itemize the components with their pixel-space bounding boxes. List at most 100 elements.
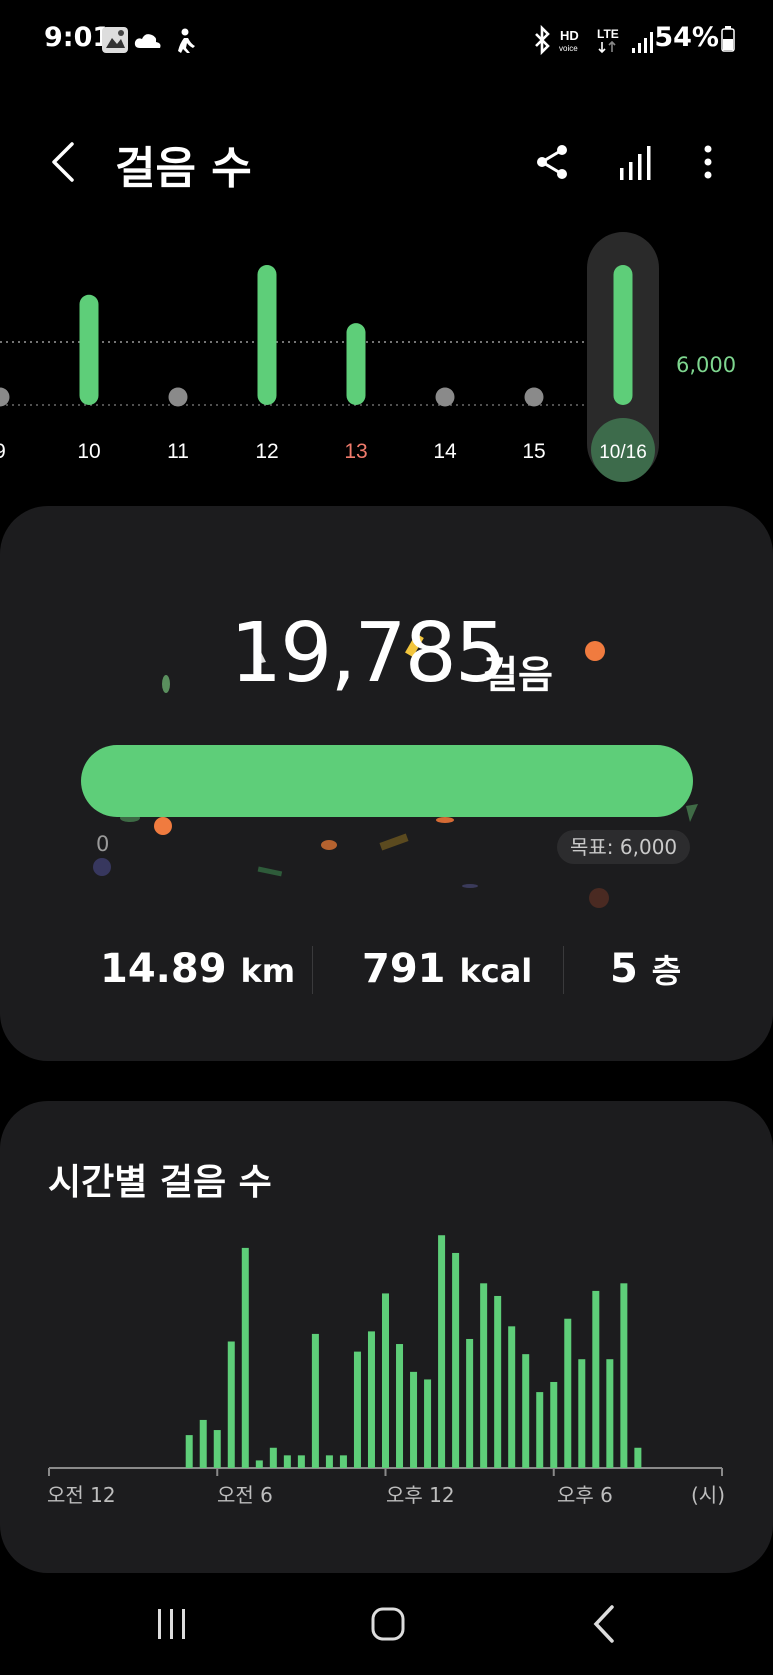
day-dot [168, 387, 188, 407]
day-label: 11 [167, 440, 189, 463]
hour-bar [269, 1447, 277, 1468]
day-dot [524, 387, 544, 407]
hd-voice-icon: HD voice [559, 28, 579, 53]
hour-bar [241, 1247, 249, 1468]
hour-bar [606, 1359, 614, 1468]
hour-bar [199, 1419, 207, 1468]
hour-bar [452, 1252, 460, 1468]
day-label: 15 [522, 440, 545, 463]
recents-icon[interactable] [142, 1599, 202, 1649]
chart-icon[interactable] [612, 138, 656, 186]
hour-bar [522, 1354, 530, 1468]
x-tick-label: 오전 12 [47, 1483, 116, 1507]
hour-bar [634, 1447, 642, 1468]
day-label: 12 [255, 440, 278, 463]
floors-unit: 층 [651, 952, 682, 990]
day-label: 10 [77, 440, 100, 463]
hour-bar [185, 1435, 193, 1468]
gallery-icon [102, 27, 128, 53]
day-bar [346, 323, 366, 405]
x-tick-label: 오후 6 [557, 1483, 613, 1507]
hour-bar [367, 1331, 375, 1468]
x-tick-label: 오전 6 [217, 1483, 273, 1507]
cloud-icon [134, 34, 161, 48]
hour-bar [297, 1455, 305, 1468]
calories-stat: 791 kcal [362, 946, 532, 992]
system-icons: HD voice LTE [535, 24, 653, 56]
bluetooth-icon [535, 24, 550, 56]
day-bar [613, 265, 633, 405]
battery-icon [721, 26, 735, 52]
more-icon[interactable] [686, 138, 730, 186]
summary-card: 19,785 걸음 0 목표: 6,000 14.89 km 791 kcal … [0, 506, 773, 1061]
hour-bar [466, 1338, 474, 1468]
day-label: 9 [0, 440, 6, 463]
battery-level: 54% [654, 22, 719, 53]
hour-bar [620, 1283, 628, 1468]
hour-bar [339, 1455, 347, 1468]
hour-bar [578, 1359, 586, 1468]
distance-unit: km [240, 952, 296, 990]
walking-icon [178, 28, 195, 53]
distance-stat: 14.89 km [100, 946, 295, 992]
hour-bar [508, 1326, 516, 1468]
back-icon[interactable] [44, 138, 84, 186]
signal-icon [632, 32, 653, 53]
goal-progress-bar [81, 745, 693, 817]
day-label: 14 [433, 440, 457, 463]
hour-bar [325, 1455, 333, 1468]
status-bar: 9:01 HD voice LTE 54% [0, 0, 773, 80]
hour-bar [536, 1392, 544, 1468]
stat-divider [563, 946, 564, 994]
step-count: 19,785 [230, 606, 507, 701]
home-icon[interactable] [358, 1599, 418, 1649]
hour-bar [480, 1283, 488, 1468]
goal-badge: 목표: 6,000 [557, 830, 691, 864]
calories-unit: kcal [459, 952, 533, 990]
svg-text:HD: HD [560, 28, 579, 43]
x-axis-unit: (시) [691, 1483, 726, 1507]
progress-start-label: 0 [96, 832, 110, 856]
weekly-step-chart: 9 10 11 12 13 14 15 10/16 6,000 [0, 225, 773, 495]
step-count-unit: 걸음 [483, 653, 553, 697]
hour-bar [227, 1341, 235, 1468]
weekly-bars: 9 10 11 12 13 14 15 10/16 [0, 232, 659, 482]
lte-icon: LTE [597, 27, 619, 54]
hour-bar [255, 1460, 263, 1468]
floors-stat: 5 층 [610, 946, 681, 992]
back-nav-icon[interactable] [576, 1599, 636, 1649]
hour-bar [353, 1351, 361, 1468]
day-label: 13 [344, 440, 367, 463]
notification-icons [102, 27, 195, 53]
app-header: 걸음 수 [0, 120, 773, 210]
page-title: 걸음 수 [115, 143, 252, 194]
hour-bar [396, 1344, 404, 1468]
share-icon[interactable] [530, 138, 574, 186]
hour-bar [410, 1371, 418, 1468]
day-dot [435, 387, 455, 407]
hour-bar [311, 1333, 319, 1468]
hourly-steps-card[interactable]: 시간별 걸음 수 오전 12 오전 6 오후 12 오후 6 (시) [0, 1101, 773, 1573]
goal-line-label: 6,000 [676, 353, 737, 377]
svg-text:voice: voice [559, 44, 578, 53]
svg-text:LTE: LTE [597, 27, 619, 41]
calories-value: 791 [362, 946, 446, 992]
navigation-bar [0, 1573, 773, 1675]
day-label: 10/16 [599, 442, 647, 463]
floors-value: 5 [610, 946, 638, 992]
hour-bar [213, 1430, 221, 1468]
hour-bar [564, 1318, 572, 1468]
hour-bar [283, 1455, 291, 1468]
hour-bar [438, 1235, 446, 1468]
stat-divider [312, 946, 313, 994]
distance-value: 14.89 [100, 946, 227, 992]
day-bar [79, 294, 99, 405]
day-dot [0, 387, 10, 407]
hour-bar [424, 1379, 432, 1468]
hour-bar [382, 1293, 389, 1468]
x-tick-label: 오후 12 [386, 1483, 455, 1507]
hour-bar [550, 1381, 558, 1468]
day-bar [257, 265, 277, 405]
hour-bar [494, 1295, 502, 1468]
hour-bar [592, 1290, 600, 1468]
